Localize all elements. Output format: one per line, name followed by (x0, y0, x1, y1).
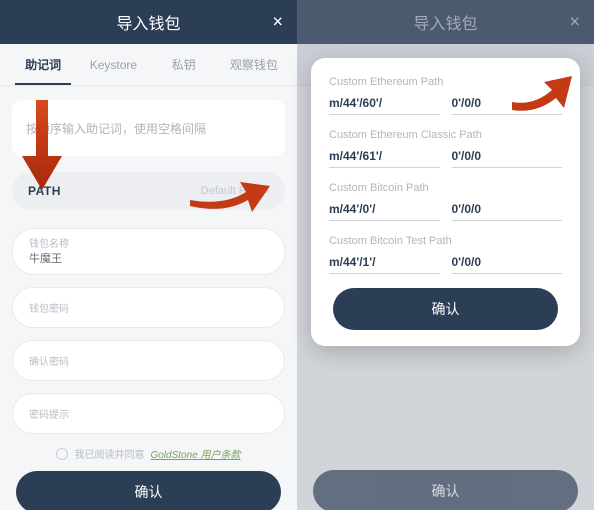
terms-prefix: 我已阅读并同意 (74, 446, 144, 461)
path-group-title: Custom Bitcoin Path (329, 182, 562, 194)
close-icon[interactable]: × (272, 12, 283, 33)
path-group-title: Custom Ethereum Path (329, 76, 562, 88)
title: 导入钱包 (116, 10, 180, 34)
title: 导入钱包 (413, 10, 477, 34)
confirm-button-bg: 确认 (313, 470, 578, 510)
wallet-name-value: 牛魔王 (29, 250, 268, 266)
content: 按顺序输入助记词，使用空格间隔 PATH Default Path › 钱包名称… (0, 86, 297, 510)
path-prefix-input[interactable]: m/44'/61'/ (329, 149, 440, 168)
password-hint-field[interactable]: 密码提示 (12, 393, 285, 434)
path-label: PATH (28, 184, 61, 198)
header: 导入钱包 × (0, 0, 297, 44)
path-default-value: Default Path › (201, 185, 269, 197)
mnemonic-input[interactable]: 按顺序输入助记词，使用空格间隔 (12, 100, 285, 156)
path-group-etc: Custom Ethereum Classic Path m/44'/61'/ … (329, 129, 562, 168)
path-prefix-input[interactable]: m/44'/1'/ (329, 255, 440, 274)
tabs: 助记词 Keystore 私钥 观察钱包 (0, 44, 297, 86)
confirm-button[interactable]: 确认 (16, 471, 281, 510)
path-dialog: Custom Ethereum Path m/44'/60'/ 0'/0/0 C… (311, 58, 580, 346)
terms-radio-icon[interactable] (56, 448, 68, 460)
dialog-confirm-button[interactable]: 确认 (333, 288, 558, 330)
tab-privatekey[interactable]: 私钥 (149, 44, 219, 85)
path-group-title: Custom Ethereum Classic Path (329, 129, 562, 141)
path-prefix-input[interactable]: m/44'/0'/ (329, 202, 440, 221)
wallet-password-label: 钱包密码 (29, 300, 268, 315)
tab-mnemonic[interactable]: 助记词 (8, 44, 78, 85)
chevron-right-icon: › (265, 185, 269, 197)
tab-keystore[interactable]: Keystore (78, 46, 148, 84)
path-group-title: Custom Bitcoin Test Path (329, 235, 562, 247)
right-screen: 导入钱包 × 助记词 Keystore 私钥 观察钱包 确认 什么是助记词？ C… (297, 0, 594, 510)
path-suffix-input[interactable]: 0'/0/0 (452, 96, 563, 115)
wallet-name-field[interactable]: 钱包名称 牛魔王 (12, 228, 285, 275)
path-group-btctest: Custom Bitcoin Test Path m/44'/1'/ 0'/0/… (329, 235, 562, 274)
path-value-text: Default Path (201, 185, 262, 197)
path-suffix-input[interactable]: 0'/0/0 (452, 149, 563, 168)
path-prefix-input[interactable]: m/44'/60'/ (329, 96, 440, 115)
path-row[interactable]: PATH Default Path › (12, 172, 285, 210)
close-icon[interactable]: × (569, 12, 580, 33)
confirm-password-field[interactable]: 确认密码 (12, 340, 285, 381)
wallet-name-label: 钱包名称 (29, 235, 268, 250)
left-screen: 导入钱包 × 助记词 Keystore 私钥 观察钱包 按顺序输入助记词，使用空… (0, 0, 297, 510)
header: 导入钱包 × (297, 0, 594, 44)
confirm-password-label: 确认密码 (29, 353, 268, 368)
path-suffix-input[interactable]: 0'/0/0 (452, 202, 563, 221)
terms-link[interactable]: GoldStone 用户条款 (150, 446, 240, 461)
terms-row[interactable]: 我已阅读并同意 GoldStone 用户条款 (12, 446, 285, 461)
path-group-btc: Custom Bitcoin Path m/44'/0'/ 0'/0/0 (329, 182, 562, 221)
path-group-eth: Custom Ethereum Path m/44'/60'/ 0'/0/0 (329, 76, 562, 115)
tab-watch[interactable]: 观察钱包 (219, 44, 289, 85)
wallet-password-field[interactable]: 钱包密码 (12, 287, 285, 328)
password-hint-label: 密码提示 (29, 406, 268, 421)
path-suffix-input[interactable]: 0'/0/0 (452, 255, 563, 274)
